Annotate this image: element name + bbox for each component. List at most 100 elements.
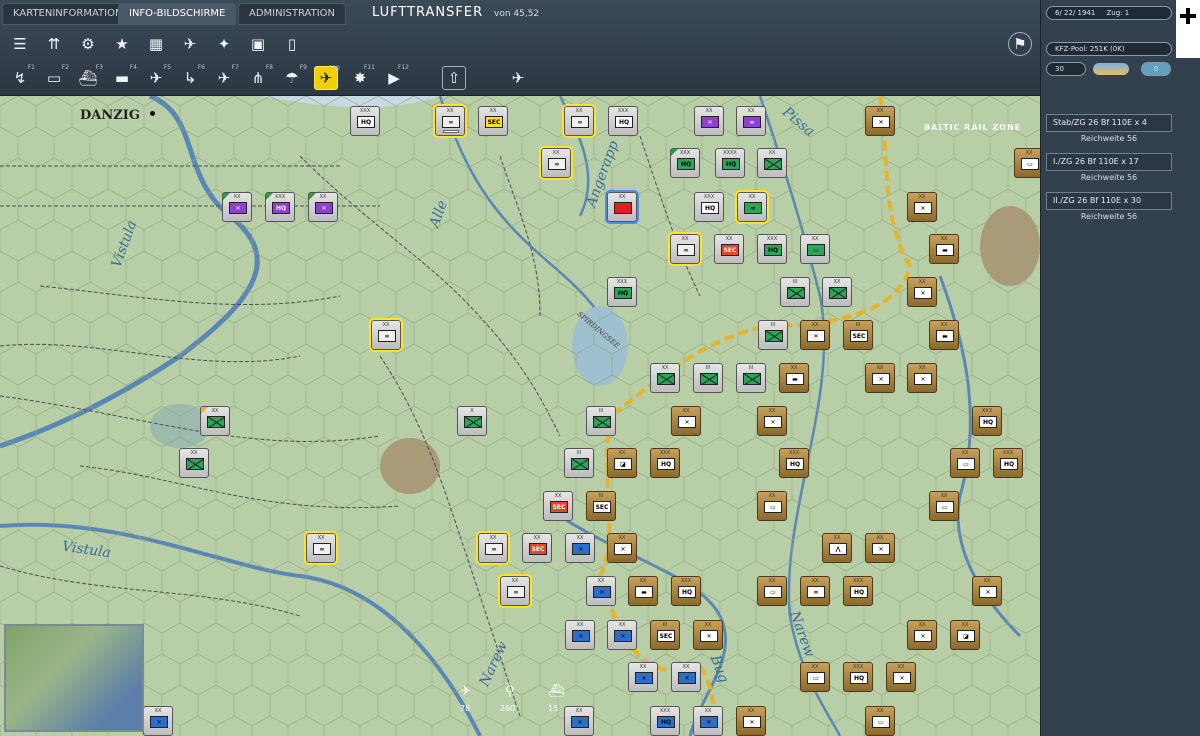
map-icon[interactable]: ▦ [144, 32, 168, 56]
soviet-unit[interactable]: XXX HQ [607, 277, 637, 307]
german-unit[interactable]: XX ✕ [800, 320, 830, 350]
soviet-unit[interactable]: XX ✕ [671, 662, 701, 692]
soviet-unit[interactable]: XX SEC [543, 491, 573, 521]
german-unit[interactable]: III SEC [843, 320, 873, 350]
soviet-unit[interactable]: XX ∞ [433, 104, 467, 138]
satellite-icon[interactable]: ✦ [212, 32, 236, 56]
soviet-unit[interactable]: III [780, 277, 810, 307]
para-icon[interactable]: ☂ F9 [280, 64, 307, 90]
train-icon[interactable]: ▭ F2 [42, 64, 69, 90]
units-icon[interactable]: ⇈ [42, 32, 66, 56]
german-unit[interactable]: XX ▭ [757, 491, 787, 521]
soviet-unit[interactable]: X [457, 406, 487, 436]
bomber-icon[interactable]: ✈ F7 [212, 64, 239, 90]
arrow-icon[interactable]: ↳ F6 [178, 64, 205, 90]
german-unit[interactable]: XX ▭ [950, 448, 980, 478]
soviet-unit[interactable]: XX ✕ [564, 706, 594, 736]
minimap[interactable] [4, 624, 144, 732]
list-icon[interactable]: ☰ [8, 32, 32, 56]
soviet-unit[interactable]: XX ✕ [308, 192, 338, 222]
soviet-unit[interactable]: III [758, 320, 788, 350]
aa-icon[interactable]: ⋔ F8 [246, 64, 273, 90]
soviet-unit[interactable]: XXX HQ [608, 106, 638, 136]
german-unit[interactable]: XX ✕ [907, 363, 937, 393]
german-unit[interactable]: XX ▭ [865, 706, 895, 736]
german-unit[interactable]: XX ✕ [693, 620, 723, 650]
german-unit[interactable]: XX ▭ [1014, 148, 1040, 178]
soviet-unit[interactable]: XX SEC [522, 533, 552, 563]
soviet-unit[interactable]: XXX HQ [650, 706, 680, 736]
tab-info-bildschirme[interactable]: INFO-BILDSCHIRME [118, 3, 237, 25]
german-unit[interactable]: XX ✕ [865, 106, 895, 136]
german-unit[interactable]: XXX HQ [972, 406, 1002, 436]
german-unit[interactable]: XX ✕ [907, 277, 937, 307]
german-unit[interactable]: XX ▭ [929, 491, 959, 521]
soviet-unit[interactable]: XX ∞ [736, 106, 766, 136]
soviet-unit[interactable]: III [586, 406, 616, 436]
german-unit[interactable]: XX ◪ [607, 448, 637, 478]
soviet-unit[interactable]: XX [757, 148, 787, 178]
soviet-unit[interactable]: XX ✕ [693, 706, 723, 736]
fuel-icon[interactable]: ▣ [246, 32, 270, 56]
german-unit[interactable]: III SEC [650, 620, 680, 650]
soviet-unit[interactable]: XX ∞ [476, 531, 510, 565]
soviet-unit[interactable]: XX [605, 190, 639, 224]
soviet-unit[interactable]: XX ∞ [539, 146, 573, 180]
german-unit[interactable]: XX ✕ [886, 662, 916, 692]
soviet-unit[interactable]: XX SEC [478, 106, 508, 136]
soviet-unit[interactable]: XXX HQ [350, 106, 380, 136]
german-unit[interactable]: XX ∞ [800, 576, 830, 606]
german-unit[interactable]: XX ▬ [929, 234, 959, 264]
german-unit[interactable]: XX ✕ [865, 533, 895, 563]
german-unit[interactable]: XX ▭ [757, 576, 787, 606]
soviet-unit[interactable]: XXX HQ [265, 192, 295, 222]
explosion-icon[interactable]: ✸ F11 [348, 64, 375, 90]
soviet-unit[interactable]: XX ✕ [607, 620, 637, 650]
airtransfer-icon[interactable]: ✈ F10 [314, 65, 340, 90]
soviet-unit[interactable]: III [736, 363, 766, 393]
german-unit[interactable]: XX ✕ [736, 706, 766, 736]
soviet-unit[interactable]: XX ∞ [668, 232, 702, 266]
soviet-unit[interactable]: XXX HQ [694, 192, 724, 222]
soviet-unit[interactable]: XX [179, 448, 209, 478]
german-unit[interactable]: XX ▬ [779, 363, 809, 393]
ship2-icon[interactable]: ▬ F4 [110, 64, 137, 90]
german-unit[interactable]: XXX HQ [843, 576, 873, 606]
air-unit-i[interactable]: I./ZG 26 Bf 110E x 17 [1046, 153, 1172, 171]
german-unit[interactable]: XX ✕ [607, 533, 637, 563]
german-unit[interactable]: XX ▬ [929, 320, 959, 350]
german-unit[interactable]: XX ✕ [907, 192, 937, 222]
soviet-unit[interactable]: XX ✕ [565, 533, 595, 563]
fighters-icon[interactable]: ✈ [506, 66, 530, 90]
star-icon[interactable]: ★ [110, 32, 134, 56]
soviet-unit[interactable]: XX ∞ [304, 531, 338, 565]
soviet-unit[interactable]: XX ✕ [565, 620, 595, 650]
air-unit-stab[interactable]: Stab/ZG 26 Bf 110E x 4 [1046, 114, 1172, 132]
german-unit[interactable]: XX ⋀ [822, 533, 852, 563]
plane-icon[interactable]: ✈ F5 [144, 64, 171, 90]
german-unit[interactable]: XXX HQ [779, 448, 809, 478]
soviet-unit[interactable]: XXX HQ [670, 148, 700, 178]
german-unit[interactable]: XX ▬ [628, 576, 658, 606]
soviet-unit[interactable]: XX ∞ [498, 574, 532, 608]
german-unit[interactable]: XX ◪ [950, 620, 980, 650]
air-unit-ii[interactable]: II./ZG 26 Bf 110E x 30 [1046, 192, 1172, 210]
soviet-unit[interactable]: XX [650, 363, 680, 393]
tab-administration[interactable]: ADMINISTRATION [238, 3, 347, 25]
ship-icon[interactable]: ⛴ F3 [76, 64, 103, 90]
german-unit[interactable]: XXX HQ [650, 448, 680, 478]
soviet-unit[interactable]: III [693, 363, 723, 393]
soviet-unit[interactable]: XX ▭ [800, 234, 830, 264]
german-unit[interactable]: III SEC [586, 491, 616, 521]
soviet-unit[interactable]: XX ∞ [735, 190, 769, 224]
upload-icon[interactable]: ⇧ [442, 66, 466, 90]
german-unit[interactable]: XXX HQ [843, 662, 873, 692]
soviet-unit[interactable]: XX ✕ [143, 706, 173, 736]
phone-icon[interactable]: ▯ [280, 32, 304, 56]
soviet-unit[interactable]: XX ✕ [628, 662, 658, 692]
german-unit[interactable]: XX ✕ [757, 406, 787, 436]
gear-icon[interactable]: ⚙ [76, 32, 100, 56]
soviet-unit[interactable]: XX ∞ [369, 318, 403, 352]
tab-karteninformation[interactable]: KARTENINFORMATION [2, 3, 134, 25]
german-unit[interactable]: XX ✕ [671, 406, 701, 436]
